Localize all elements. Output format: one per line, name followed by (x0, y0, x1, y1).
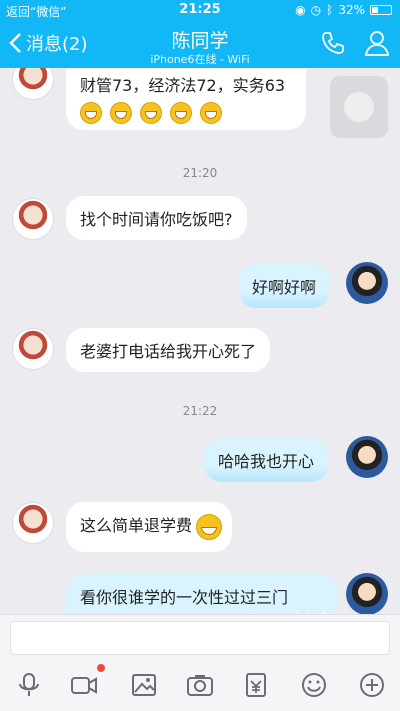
status-bar: 返回“微信” 21:25 ◉ ◷ ᛒ 32% (0, 0, 400, 22)
floating-assistive-button[interactable] (330, 76, 388, 138)
input-bar (0, 614, 400, 659)
battery-percent: 32% (338, 3, 365, 17)
lock-rotation-icon: ◉ (295, 3, 306, 17)
message-bubble-left[interactable]: 这么简单退学费 (66, 502, 233, 552)
laugh-emoji-icon (80, 102, 102, 124)
message-text: 这么简单退学费 (80, 516, 193, 535)
red-packet-icon[interactable] (242, 671, 270, 699)
laugh-emoji-icon (200, 102, 222, 124)
battery-icon (370, 5, 392, 15)
laugh-emoji-icon (140, 102, 162, 124)
laugh-emoji-icon (170, 102, 192, 124)
phone-icon[interactable] (320, 30, 346, 56)
message-bubble-left[interactable]: 财管73，经济法72，实务63 (66, 68, 306, 130)
status-indicators: ◉ ◷ ᛒ 32% (295, 3, 392, 17)
avatar[interactable] (12, 68, 54, 100)
image-icon[interactable] (130, 671, 158, 699)
message-input[interactable] (10, 621, 390, 655)
top-bar: 返回“微信” 21:25 ◉ ◷ ᛒ 32% 消息(2) 陈同学 iPhone6… (0, 0, 400, 68)
avatar[interactable] (12, 502, 54, 544)
emoji-icon[interactable] (300, 671, 328, 699)
laugh-emoji-icon (110, 102, 132, 124)
message-bubble-left[interactable]: 找个时间请你吃饭吧? (66, 196, 247, 240)
microphone-icon[interactable] (15, 671, 43, 699)
timestamp: 21:20 (182, 166, 218, 180)
notification-dot (97, 664, 105, 672)
message-text: 财管73，经济法72，实务63 (80, 76, 286, 95)
bottom-toolbar (0, 659, 400, 711)
alarm-icon: ◷ (310, 3, 322, 17)
emoji-row (80, 102, 292, 124)
camera-icon[interactable] (186, 671, 214, 699)
avatar-self[interactable] (346, 573, 388, 614)
avatar[interactable] (12, 328, 54, 370)
avatar-self[interactable] (346, 262, 388, 304)
video-call-icon[interactable] (70, 671, 98, 699)
profile-icon[interactable] (364, 30, 390, 56)
avatar[interactable] (12, 198, 54, 240)
message-bubble-left[interactable]: 老婆打电话给我开心死了 (66, 328, 271, 372)
message-list[interactable]: 财管73，经济法72，实务63 21:20 找个时间请你吃饭吧? 好啊好啊 老婆… (0, 68, 400, 614)
avatar-self[interactable] (346, 436, 388, 478)
message-bubble-right[interactable]: 哈哈我也开心 (204, 438, 329, 482)
bluetooth-icon: ᛒ (326, 3, 334, 17)
plus-icon[interactable] (358, 671, 386, 699)
timestamp: 21:22 (182, 404, 218, 418)
message-bubble-right[interactable]: 好啊好啊 (238, 264, 331, 308)
grin-emoji-icon (196, 514, 223, 540)
